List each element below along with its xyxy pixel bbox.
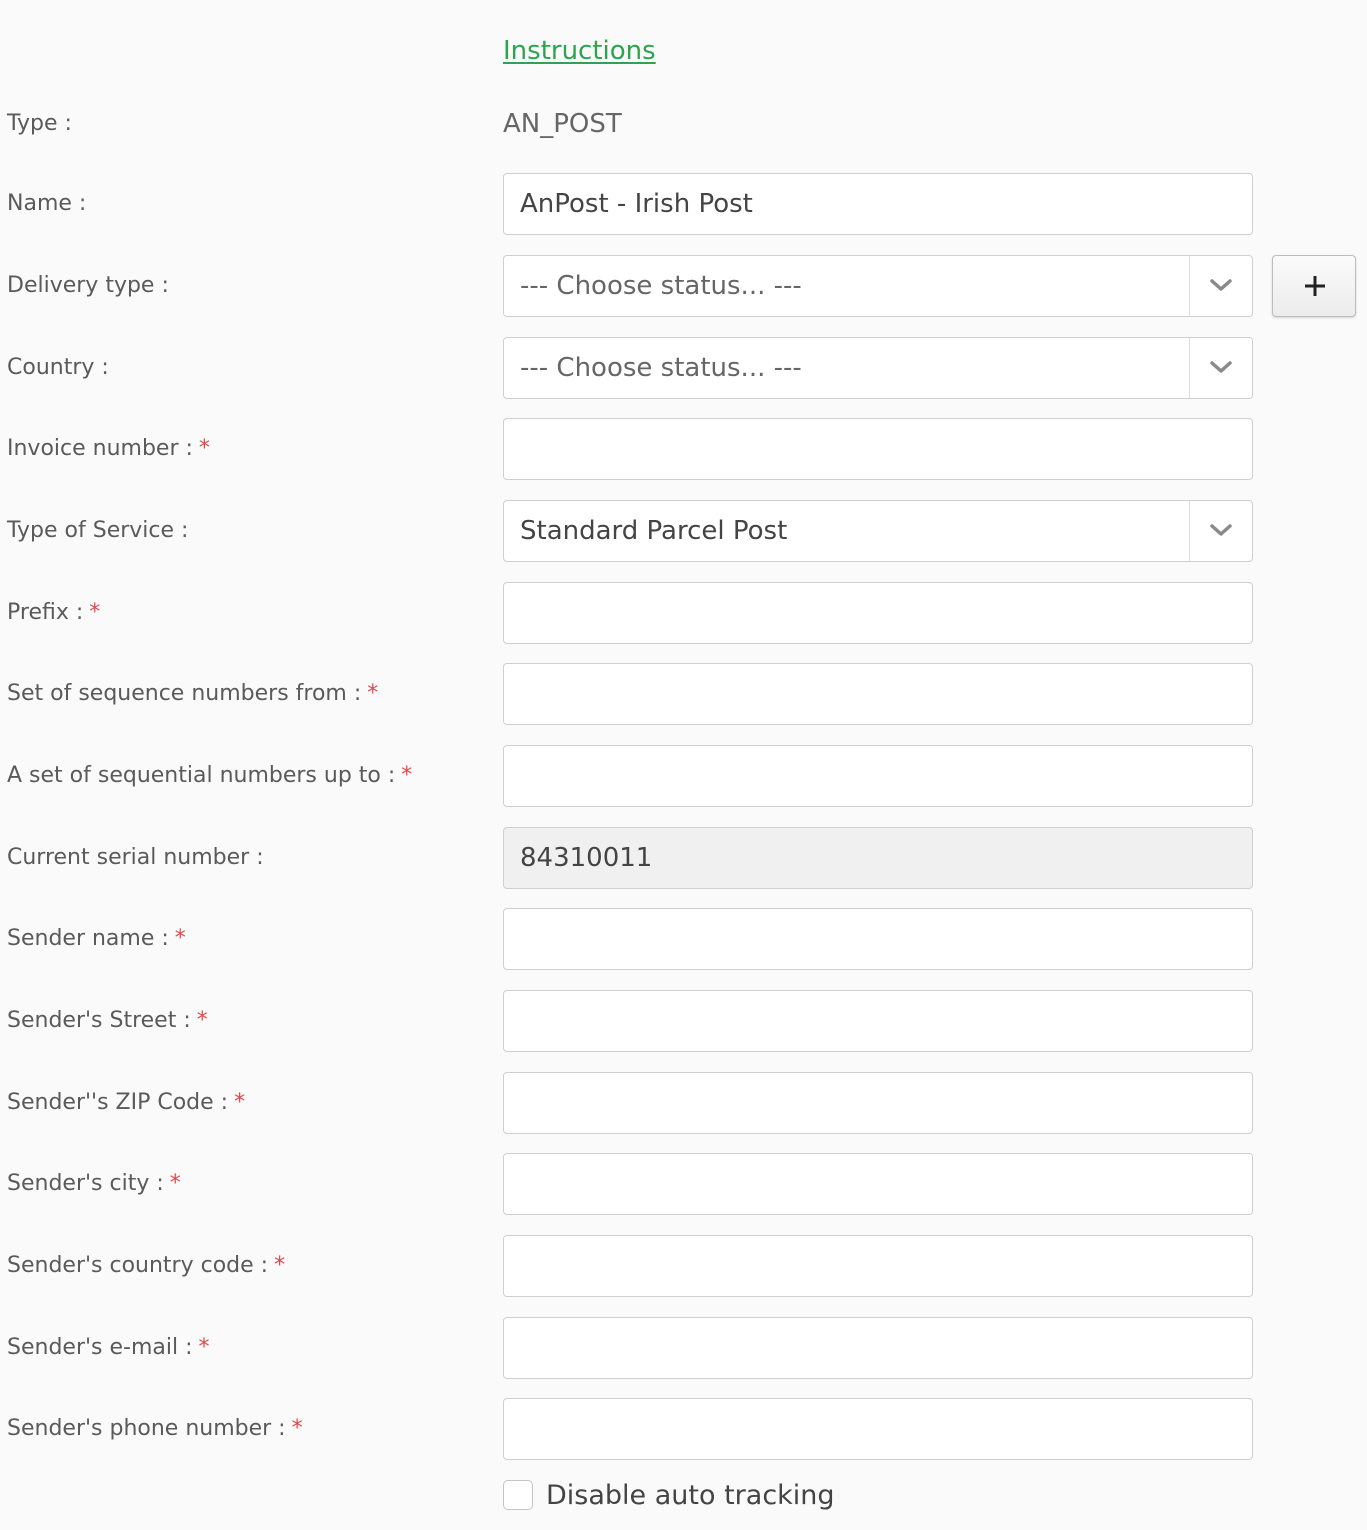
required-marker: *: [234, 1090, 246, 1115]
sender-email-label: Sender's e-mail : *: [7, 1335, 210, 1360]
required-marker: *: [174, 926, 186, 951]
sender-street-row: Sender's Street : *: [0, 990, 1367, 1052]
type-of-service-selected: Standard Parcel Post: [520, 516, 788, 546]
disable-auto-tracking-checkbox[interactable]: [503, 1480, 533, 1510]
invoice-number-input[interactable]: [503, 418, 1253, 480]
sender-name-input[interactable]: [503, 908, 1253, 970]
delivery-type-select[interactable]: --- Choose status... ---: [503, 255, 1253, 317]
required-marker: *: [367, 681, 379, 706]
sender-city-label: Sender's city : *: [7, 1171, 181, 1196]
country-selected: --- Choose status... ---: [520, 353, 802, 383]
instructions-link[interactable]: Instructions: [503, 36, 656, 66]
chevron-down-icon: [1189, 256, 1252, 316]
delivery-type-row: Delivery type : --- Choose status... ---: [0, 255, 1367, 317]
name-input[interactable]: [503, 173, 1253, 235]
current-serial-label: Current serial number :: [7, 845, 264, 870]
sender-country-code-label: Sender's country code : *: [7, 1253, 286, 1278]
delivery-type-label: Delivery type :: [7, 273, 169, 298]
required-marker: *: [89, 600, 101, 625]
sender-zip-label: Sender''s ZIP Code : *: [7, 1090, 246, 1115]
sender-street-label: Sender's Street : *: [7, 1008, 208, 1033]
type-value: AN_POST: [503, 109, 622, 139]
sequence-from-row: Set of sequence numbers from : *: [0, 663, 1367, 725]
sequence-from-label: Set of sequence numbers from : *: [7, 681, 379, 706]
required-marker: *: [274, 1253, 286, 1278]
sender-name-row: Sender name : *: [0, 908, 1367, 970]
sender-street-input[interactable]: [503, 990, 1253, 1052]
required-marker: *: [401, 763, 413, 788]
prefix-label: Prefix : *: [7, 600, 101, 625]
sender-name-label: Sender name : *: [7, 926, 186, 951]
type-of-service-row: Type of Service : Standard Parcel Post: [0, 500, 1367, 562]
chevron-down-icon: [1189, 338, 1252, 398]
name-label: Name :: [7, 191, 87, 216]
country-row: Country : --- Choose status... ---: [0, 337, 1367, 399]
sender-phone-row: Sender's phone number : *: [0, 1398, 1367, 1460]
type-of-service-label: Type of Service :: [7, 518, 189, 543]
sequence-from-input[interactable]: [503, 663, 1253, 725]
sender-country-code-row: Sender's country code : *: [0, 1235, 1367, 1297]
sequence-to-row: A set of sequential numbers up to : *: [0, 745, 1367, 807]
current-serial-input[interactable]: [503, 827, 1253, 889]
add-delivery-type-button[interactable]: [1272, 255, 1356, 317]
sender-phone-input[interactable]: [503, 1398, 1253, 1460]
sender-email-input[interactable]: [503, 1317, 1253, 1379]
sender-zip-input[interactable]: [503, 1072, 1253, 1134]
invoice-number-row: Invoice number : *: [0, 418, 1367, 480]
type-label: Type :: [7, 111, 72, 136]
required-marker: *: [198, 436, 210, 461]
delivery-type-selected: --- Choose status... ---: [520, 271, 802, 301]
type-of-service-select[interactable]: Standard Parcel Post: [503, 500, 1253, 562]
type-row: Type : AN_POST: [0, 93, 1367, 155]
invoice-number-label: Invoice number : *: [7, 436, 210, 461]
required-marker: *: [198, 1335, 210, 1360]
sender-zip-row: Sender''s ZIP Code : *: [0, 1072, 1367, 1134]
name-row: Name :: [0, 173, 1367, 235]
country-select[interactable]: --- Choose status... ---: [503, 337, 1253, 399]
required-marker: *: [196, 1008, 208, 1033]
country-label: Country :: [7, 355, 109, 380]
sequence-to-label: A set of sequential numbers up to : *: [7, 763, 413, 788]
chevron-down-icon: [1189, 501, 1252, 561]
plus-icon: [1305, 276, 1325, 296]
prefix-input[interactable]: [503, 582, 1253, 644]
current-serial-row: Current serial number :: [0, 827, 1367, 889]
sender-city-row: Sender's city : *: [0, 1153, 1367, 1215]
prefix-row: Prefix : *: [0, 582, 1367, 644]
sender-email-row: Sender's e-mail : *: [0, 1317, 1367, 1379]
carrier-settings-form: Instructions Type : AN_POST Name : Deliv…: [0, 0, 1367, 1530]
sender-country-code-input[interactable]: [503, 1235, 1253, 1297]
sender-city-input[interactable]: [503, 1153, 1253, 1215]
required-marker: *: [291, 1416, 303, 1441]
sender-phone-label: Sender's phone number : *: [7, 1416, 303, 1441]
disable-auto-tracking-label[interactable]: Disable auto tracking: [546, 1476, 835, 1516]
required-marker: *: [169, 1171, 181, 1196]
sequence-to-input[interactable]: [503, 745, 1253, 807]
